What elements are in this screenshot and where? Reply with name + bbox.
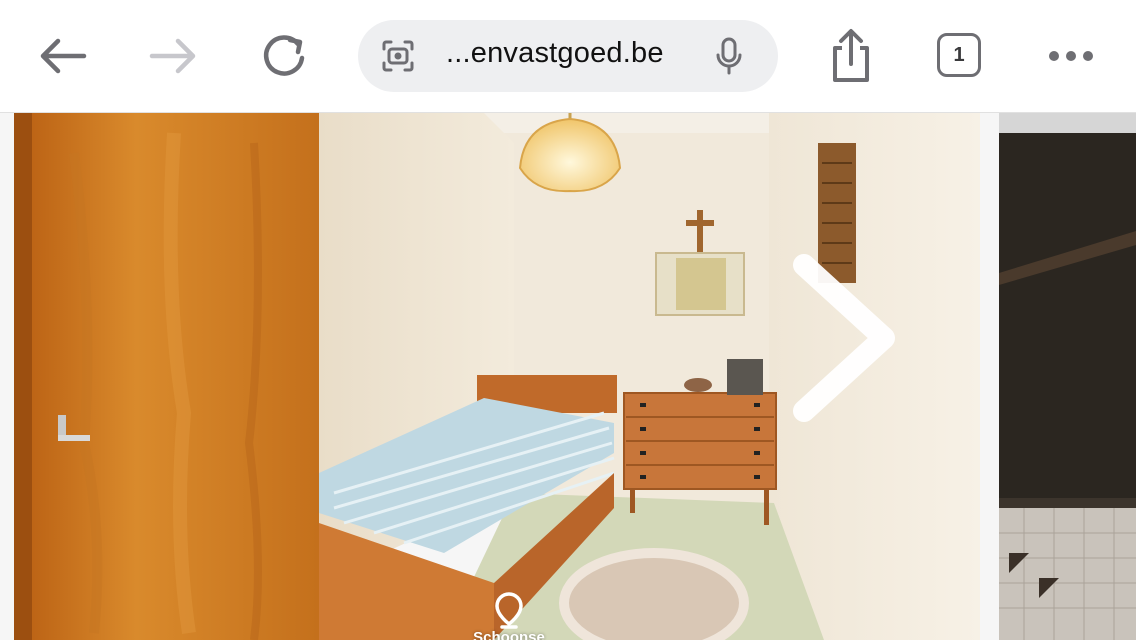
- visual-search-icon[interactable]: [380, 38, 416, 74]
- kitchen-photo: [999, 113, 1136, 640]
- arrow-left-icon: [40, 38, 87, 74]
- web-content: Schoonse: [0, 113, 1136, 640]
- forward-button[interactable]: [146, 28, 202, 84]
- tab-count-label: 1: [953, 43, 965, 66]
- gallery-image[interactable]: Schoonse: [14, 113, 980, 640]
- arrow-right-icon: [149, 38, 196, 74]
- next-gallery-image[interactable]: [999, 113, 1136, 640]
- browser-toolbar: ...envastgoed.be 1: [0, 0, 1136, 113]
- location-marker[interactable]: Schoonse: [454, 591, 564, 640]
- url-text[interactable]: ...envastgoed.be: [446, 37, 664, 70]
- back-button[interactable]: [34, 28, 90, 84]
- share-icon: [833, 29, 869, 82]
- address-bar[interactable]: ...envastgoed.be: [358, 20, 778, 92]
- chevron-right-icon[interactable]: [784, 253, 914, 423]
- map-pin-icon: [495, 592, 523, 629]
- ellipsis-icon: [1049, 51, 1093, 61]
- reload-button[interactable]: [256, 28, 312, 84]
- tab-switcher-button[interactable]: 1: [937, 33, 981, 77]
- more-menu-button[interactable]: [1043, 28, 1099, 84]
- location-label: Schoonse: [473, 629, 545, 640]
- share-button[interactable]: [823, 28, 879, 84]
- reload-icon: [263, 35, 305, 76]
- microphone-icon[interactable]: [714, 36, 744, 76]
